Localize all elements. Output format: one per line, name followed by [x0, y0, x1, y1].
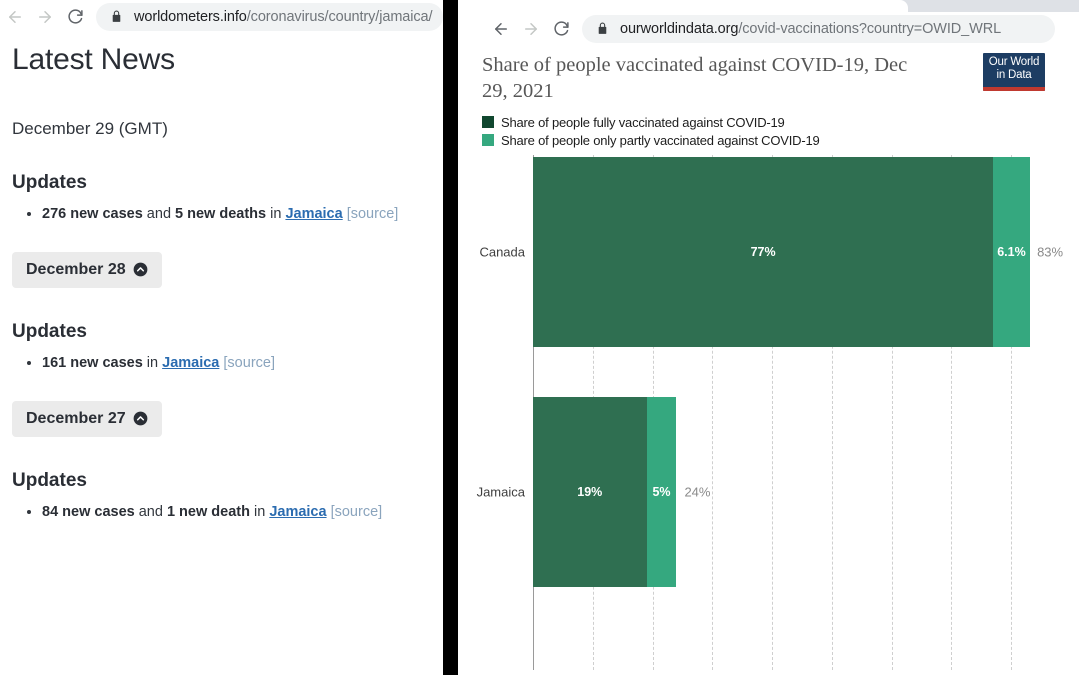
right-browser-toolbar: ourworldindata.org/covid-vaccinations?co…	[458, 12, 1079, 45]
url-text: worldometers.info/coronavirus/country/ja…	[134, 9, 432, 25]
browser-tab[interactable]	[458, 0, 908, 12]
date-toggle-december-28[interactable]: December 28	[12, 252, 162, 288]
in-text: in	[250, 504, 269, 520]
bar-total-label: 83%	[1037, 245, 1063, 260]
bar-category-label: Jamaica	[477, 485, 525, 500]
bar-segment-value-label: 77%	[751, 245, 776, 259]
forward-button[interactable]	[516, 14, 546, 44]
bar-category-label: Canada	[479, 245, 525, 260]
date-toggle-label: December 27	[26, 410, 126, 428]
source-link[interactable]: [source]	[347, 206, 399, 222]
source-link[interactable]: [source]	[331, 504, 383, 520]
country-link[interactable]: Jamaica	[285, 206, 342, 222]
address-bar[interactable]: ourworldindata.org/covid-vaccinations?co…	[582, 15, 1055, 43]
in-text: in	[266, 206, 285, 222]
bar-segment-fully-vaccinated[interactable]: 77%	[533, 157, 993, 347]
conjunction-text: and	[143, 206, 175, 222]
date-toggle-december-27[interactable]: December 27	[12, 401, 162, 437]
arrow-right-icon	[522, 20, 540, 38]
current-date-heading: December 29 (GMT)	[12, 119, 431, 139]
new-deaths-stat: 1 new death	[167, 504, 250, 520]
updates-heading: Updates	[12, 470, 431, 492]
plot-area: 0%10%20%30%40%50%60%70%80%Canada77%6.1%8…	[458, 45, 1079, 675]
arrow-right-icon	[36, 8, 54, 26]
left-browser-toolbar: worldometers.info/coronavirus/country/ja…	[0, 0, 443, 33]
address-bar[interactable]: worldometers.info/coronavirus/country/ja…	[96, 3, 443, 31]
conjunction-text: and	[135, 504, 167, 520]
reload-button[interactable]	[546, 14, 576, 44]
list-item: 84 new cases and 1 new death in Jamaica …	[42, 502, 431, 524]
update-list: 161 new cases in Jamaica [source]	[12, 353, 431, 375]
update-list: 84 new cases and 1 new death in Jamaica …	[12, 502, 431, 524]
list-item: 276 new cases and 5 new deaths in Jamaic…	[42, 204, 431, 226]
reload-icon	[67, 8, 84, 25]
updates-heading: Updates	[12, 321, 431, 343]
back-button[interactable]	[0, 2, 30, 32]
owid-browser-panel: ourworldindata.org/covid-vaccinations?co…	[458, 0, 1079, 675]
vaccination-chart: Share of people vaccinated against COVID…	[458, 45, 1079, 675]
list-item: 161 new cases in Jamaica [source]	[42, 353, 431, 375]
bar-segment-fully-vaccinated[interactable]: 19%	[533, 397, 647, 587]
new-deaths-stat: 5 new deaths	[175, 206, 266, 222]
url-host: ourworldindata.org	[620, 21, 738, 37]
arrow-left-icon	[492, 20, 510, 38]
back-button[interactable]	[486, 14, 516, 44]
bar-row[interactable]: Canada77%6.1%83%	[533, 157, 1029, 347]
in-text: in	[143, 355, 162, 371]
url-path: /covid-vaccinations?country=OWID_WRL	[738, 21, 1001, 37]
lock-icon	[596, 22, 610, 36]
source-link[interactable]: [source]	[223, 355, 275, 371]
updates-heading: Updates	[12, 172, 431, 194]
bar-segment-partly-vaccinated[interactable]: 6.1%	[993, 157, 1029, 347]
update-list: 276 new cases and 5 new deaths in Jamaic…	[12, 204, 431, 226]
forward-button[interactable]	[30, 2, 60, 32]
new-cases-stat: 276 new cases	[42, 206, 143, 222]
lock-icon	[110, 10, 124, 24]
news-content: Latest News December 29 (GMT) Updates 27…	[0, 33, 443, 523]
bar-segment-partly-vaccinated[interactable]: 5%	[647, 397, 677, 587]
country-link[interactable]: Jamaica	[162, 355, 219, 371]
url-text: ourworldindata.org/covid-vaccinations?co…	[620, 21, 1001, 37]
date-toggle-label: December 28	[26, 261, 126, 279]
bar-segment-value-label: 5%	[652, 485, 670, 499]
tab-strip	[458, 0, 1079, 12]
new-cases-stat: 161 new cases	[42, 355, 143, 371]
page-title: Latest News	[12, 43, 431, 77]
url-host: worldometers.info	[134, 9, 247, 25]
arrow-left-icon	[6, 8, 24, 26]
bar-segment-value-label: 19%	[577, 485, 602, 499]
chevron-up-circle-icon	[133, 262, 148, 277]
bar-total-label: 24%	[684, 485, 710, 500]
bar-row[interactable]: Jamaica19%5%24%	[533, 397, 676, 587]
chevron-up-circle-icon	[133, 411, 148, 426]
panel-divider	[443, 0, 458, 675]
url-path: /coronavirus/country/jamaica/	[247, 9, 433, 25]
new-cases-stat: 84 new cases	[42, 504, 135, 520]
reload-button[interactable]	[60, 2, 90, 32]
bar-segment-value-label: 6.1%	[997, 245, 1026, 259]
reload-icon	[553, 20, 570, 37]
country-link[interactable]: Jamaica	[269, 504, 326, 520]
worldometers-browser-panel: worldometers.info/coronavirus/country/ja…	[0, 0, 443, 675]
